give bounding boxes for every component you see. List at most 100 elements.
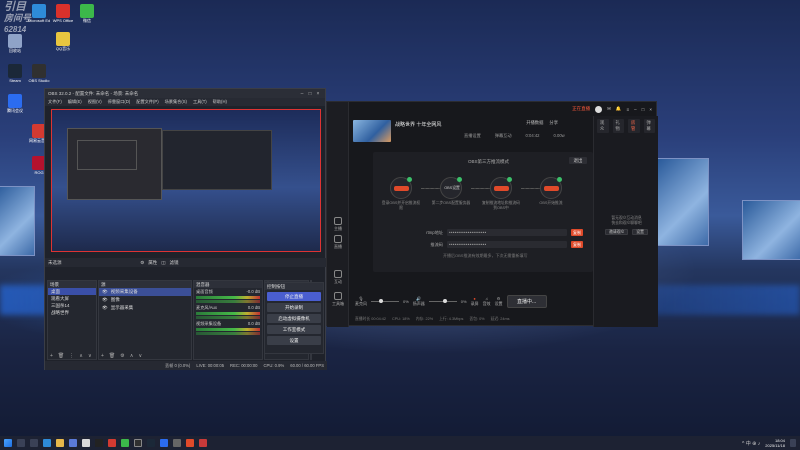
gear-icon[interactable]: ⚙ [140, 260, 144, 266]
desktop-icon[interactable]: WPS Office [52, 4, 74, 23]
desktop-icon[interactable]: 回收站 [4, 34, 26, 53]
up-icon[interactable]: ∧ [79, 353, 83, 359]
virtual-camera-button[interactable]: 启动虚拟摄像机 [267, 314, 321, 323]
close-icon[interactable]: × [314, 91, 322, 97]
nav-toolbox[interactable]: 工具箱 [327, 292, 349, 307]
danmaku-link[interactable]: 弹幕互动 [495, 133, 512, 139]
studio-mode-button[interactable]: 工作室模式 [267, 325, 321, 334]
notification-icon[interactable] [790, 439, 796, 447]
menu-scene-collection[interactable]: 场景集合(S) [165, 99, 187, 105]
add-icon[interactable]: + [50, 353, 53, 359]
settings-button[interactable]: 设置 [267, 336, 321, 345]
up-icon[interactable]: ∧ [130, 353, 134, 359]
edge-icon[interactable] [43, 439, 51, 447]
tab-admins[interactable]: 房管 [628, 119, 640, 133]
menu-docks[interactable]: 停靠窗口(D) [108, 99, 131, 105]
desktop-icon[interactable]: 微信 [76, 4, 98, 23]
maximize-icon[interactable]: □ [642, 107, 645, 112]
nav-interact[interactable]: 互动 [327, 270, 349, 285]
obs-preview[interactable] [51, 109, 321, 252]
menu-tools[interactable]: 工具(T) [193, 99, 207, 105]
tab-no-source[interactable]: 未选源 [48, 260, 62, 266]
rtmp-address-field[interactable]: •••••••••••••••••••• [447, 229, 567, 236]
menu-edit[interactable]: 编辑(E) [68, 99, 82, 105]
live-settings-link[interactable]: 直播设置 [464, 133, 481, 139]
exit-button[interactable]: 退出 [569, 157, 587, 164]
netease-icon[interactable] [108, 439, 116, 447]
minimize-icon[interactable]: – [298, 91, 306, 97]
task-view-icon[interactable] [30, 439, 38, 447]
steam-icon[interactable] [147, 439, 155, 447]
scene-item[interactable]: 观看大屏 [48, 295, 96, 302]
maximize-icon[interactable]: □ [306, 91, 314, 97]
stream-key-field[interactable]: •••••••••••••••••••• [447, 241, 567, 248]
search-icon[interactable] [17, 439, 25, 447]
tab-danmaku[interactable]: 弹幕 [643, 119, 655, 133]
stream-app-icon[interactable] [186, 439, 194, 447]
mic-slider[interactable] [371, 298, 399, 303]
store-icon[interactable] [69, 439, 77, 447]
music-icon[interactable] [199, 439, 207, 447]
settings-icon[interactable] [173, 439, 181, 447]
menu-profile[interactable]: 配置文件(P) [136, 99, 158, 105]
scene-item[interactable]: 桌面 [48, 288, 96, 295]
volume-slider[interactable] [196, 300, 260, 303]
trash-icon[interactable]: 🗑 [109, 353, 115, 359]
source-item[interactable]: 👁 图像 [99, 296, 191, 304]
room-cover[interactable] [353, 120, 391, 142]
gear-icon[interactable]: ⚙ [120, 353, 124, 359]
game-icon[interactable] [95, 439, 103, 447]
settings-control[interactable]: ⚙ 设置 [495, 296, 503, 307]
effects-control[interactable]: ♫ 音效 [483, 296, 491, 307]
down-icon[interactable]: ∨ [88, 353, 92, 359]
obs-icon[interactable] [134, 439, 142, 447]
desktop-icon[interactable]: Steam [4, 64, 26, 83]
speaker-slider[interactable] [428, 298, 457, 303]
stream-app-window[interactable]: 主播 直播 互动 工具箱 正在直播 ✉ 🔔 ≡ – □ × 战略世界 十年全网风… [326, 101, 658, 327]
avatar[interactable] [595, 105, 603, 113]
down-icon[interactable]: ∨ [138, 353, 142, 359]
menu-view[interactable]: 视图(V) [88, 99, 102, 105]
nav-streamer[interactable]: 主播 [327, 217, 349, 232]
share-link[interactable]: 分享 [549, 120, 558, 126]
filter-icon[interactable]: ◫ [161, 260, 165, 266]
scene-item[interactable]: 三国杀14 [48, 302, 96, 309]
source-item[interactable]: 👁 视频采集设备 [99, 288, 191, 296]
menu-help[interactable]: 帮助(H) [213, 99, 227, 105]
system-tray[interactable]: ^ 中 ⊕ ♪ [742, 440, 760, 447]
add-icon[interactable]: + [101, 353, 104, 359]
minimize-icon[interactable]: – [634, 107, 637, 112]
obs-titlebar[interactable]: OBS 32.0.2 - 配置文件: 未命名 - 场景: 未命名 – □ × [45, 89, 325, 98]
live-status-button[interactable]: 直播中... [506, 294, 547, 308]
copy-rtmp-button[interactable]: 复制 [571, 229, 583, 236]
close-icon[interactable]: × [649, 107, 652, 112]
config-icon[interactable]: ⋮ [69, 353, 74, 359]
scene-item[interactable]: 战略世界 [48, 309, 96, 316]
eye-icon[interactable]: 👁 [102, 289, 108, 295]
trash-icon[interactable]: 🗑 [58, 353, 64, 359]
app-icon[interactable] [82, 439, 90, 447]
tab-gifts[interactable]: 礼物 [612, 119, 624, 133]
stream-data-link[interactable]: 开播数据 [526, 120, 543, 126]
source-item[interactable]: 👁 显示器采集 [99, 304, 191, 312]
mail-icon[interactable]: ✉ [607, 106, 611, 112]
speaker-control[interactable]: 🔊 扬声器 [413, 296, 425, 307]
volume-slider[interactable] [196, 316, 260, 319]
menu-file[interactable]: 文件(F) [48, 99, 62, 105]
clock[interactable]: 18:04 2025/11/18 [765, 438, 785, 448]
desktop-icon[interactable]: 腾讯会议 [4, 94, 26, 113]
tab-filters[interactable]: 滤镜 [170, 260, 179, 266]
bell-icon[interactable]: 🔔 [616, 106, 622, 112]
nav-live[interactable]: 直播 [327, 235, 349, 250]
desktop-icon[interactable]: QQ音乐 [52, 32, 74, 51]
desktop-icon[interactable]: Microsoft Edge [28, 4, 50, 23]
volume-slider[interactable] [196, 332, 260, 335]
right-settings-button[interactable]: 设置 [632, 229, 648, 235]
copy-key-button[interactable]: 复制 [571, 241, 583, 248]
desktop-icon[interactable]: OBS Studio [28, 64, 50, 83]
tab-properties[interactable]: 属性 [148, 260, 157, 266]
menu-icon[interactable]: ≡ [626, 107, 629, 112]
tab-viewers[interactable]: 观众 [597, 119, 609, 133]
stop-streaming-button[interactable]: 停止直播 [267, 292, 321, 301]
eye-icon[interactable]: 👁 [102, 297, 108, 303]
